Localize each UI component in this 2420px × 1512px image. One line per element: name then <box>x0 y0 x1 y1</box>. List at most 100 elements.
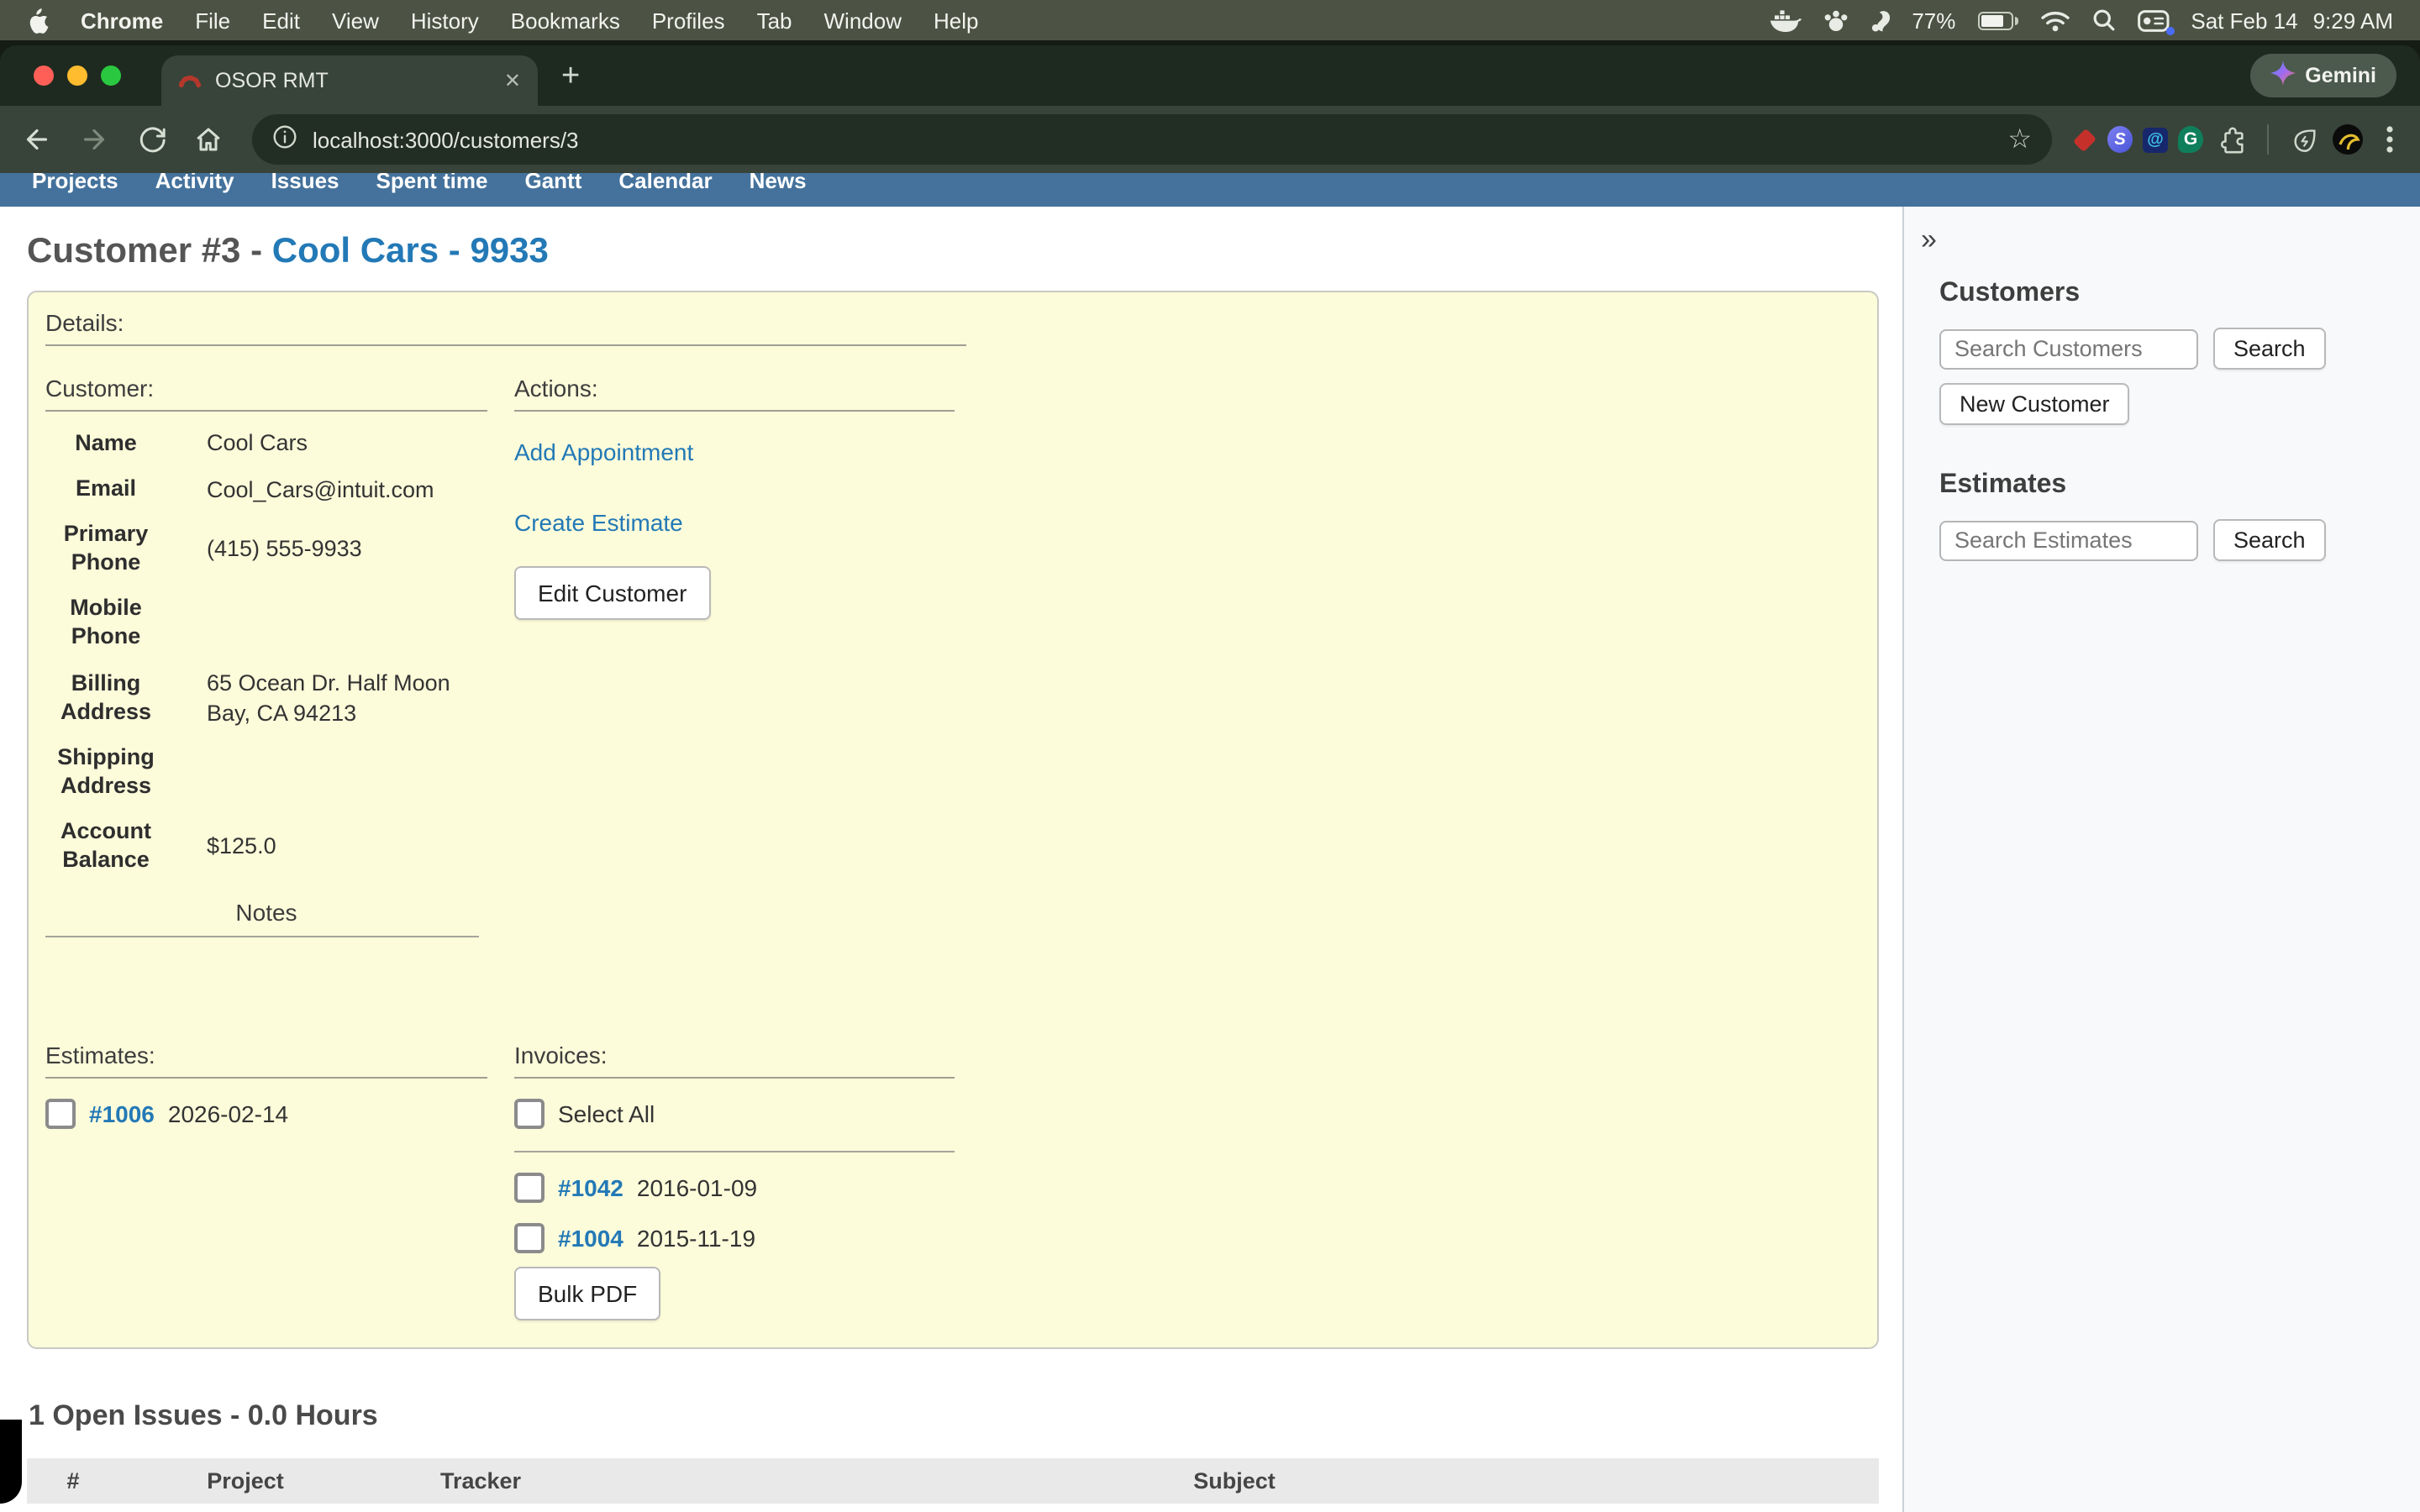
paw-icon[interactable] <box>1823 8 1848 32</box>
menubar-item-tab[interactable]: Tab <box>757 8 792 33</box>
squirrel-icon[interactable] <box>1870 8 1890 33</box>
back-icon[interactable] <box>13 116 60 163</box>
zoom-window-button[interactable] <box>101 66 121 86</box>
search-estimates-button[interactable]: Search <box>2213 519 2326 561</box>
extensions-puzzle-icon[interactable] <box>2213 116 2250 163</box>
open-issues-heading: 1 Open Issues - 0.0 Hours <box>29 1399 1879 1433</box>
nav-calendar[interactable]: Calendar <box>600 173 730 202</box>
field-row: Account Balance $125.0 <box>45 818 487 875</box>
invoice-link[interactable]: #1042 <box>558 1174 623 1201</box>
divider <box>45 410 487 412</box>
menubar-app-name[interactable]: Chrome <box>81 8 163 33</box>
menubar-clock[interactable]: Sat Feb 14 9:29 AM <box>2191 8 2393 33</box>
menubar-item-window[interactable]: Window <box>824 8 902 33</box>
url-text[interactable]: localhost:3000/customers/3 <box>313 127 1992 152</box>
menubar-item-file[interactable]: File <box>195 8 230 33</box>
user-switcher-icon[interactable] <box>2137 9 2169 31</box>
col-tracker: Tracker <box>371 1458 590 1507</box>
tab-close-icon[interactable]: ✕ <box>504 69 521 92</box>
forward-icon[interactable] <box>71 116 118 163</box>
edit-customer-button[interactable]: Edit Customer <box>514 566 710 620</box>
tab-strip: OSOR RMT ✕ + Gemini <box>0 45 2420 106</box>
field-label: Billing Address <box>45 669 166 727</box>
page-title: Customer #3 - Cool Cars - 9933 <box>27 230 1879 272</box>
estimate-date: 2026-02-14 <box>168 1100 288 1127</box>
table-header-row: # Project Tracker Subject <box>27 1458 1879 1507</box>
field-label: Email <box>45 475 166 504</box>
apple-icon[interactable] <box>27 8 49 33</box>
wifi-icon[interactable] <box>2039 9 2070 31</box>
field-label: Primary Phone <box>45 522 166 579</box>
search-customers-input[interactable] <box>1939 328 2198 369</box>
estimates-section: Estimates: #1006 2026-02-14 <box>45 1042 487 1129</box>
main-content: Customer #3 - Cool Cars - 9933 Details: … <box>0 207 1902 1512</box>
spotlight-search-icon[interactable] <box>2091 8 2115 32</box>
nav-activity[interactable]: Activity <box>137 173 253 202</box>
menubar-item-help[interactable]: Help <box>934 8 979 33</box>
estimate-checkbox[interactable] <box>45 1099 76 1129</box>
new-tab-button[interactable]: + <box>561 60 580 92</box>
invoice-link[interactable]: #1004 <box>558 1225 623 1252</box>
create-estimate-link[interactable]: Create Estimate <box>514 509 1857 536</box>
reload-icon[interactable] <box>128 116 175 163</box>
bulk-pdf-button[interactable]: Bulk PDF <box>514 1267 660 1320</box>
estimate-row: #1006 2026-02-14 <box>45 1099 487 1129</box>
performance-leaf-icon[interactable] <box>2286 116 2323 163</box>
page-title-prefix: Customer #3 - <box>27 232 272 270</box>
select-all-label: Select All <box>558 1100 655 1127</box>
menubar-item-history[interactable]: History <box>411 8 479 33</box>
new-customer-button[interactable]: New Customer <box>1939 383 2130 425</box>
macos-menubar: Chrome File Edit View History Bookmarks … <box>0 0 2420 40</box>
extension-red-icon[interactable] <box>2072 127 2097 152</box>
battery-icon[interactable] <box>1977 11 2018 29</box>
invoice-checkbox[interactable] <box>514 1223 544 1253</box>
actions-section: Actions: Add Appointment Create Estimate… <box>514 375 1857 620</box>
grammarly-icon[interactable]: G <box>2178 127 2203 152</box>
extension-s-icon[interactable]: S <box>2107 127 2133 152</box>
field-row: Billing Address 65 Ocean Dr. Half Moon B… <box>45 669 487 727</box>
customer-name-link[interactable]: Cool Cars - 9933 <box>272 232 549 270</box>
divider <box>45 344 966 346</box>
battery-percent: 77% <box>1912 8 1955 33</box>
menubar-item-view[interactable]: View <box>332 8 379 33</box>
tab-title: OSOR RMT <box>215 69 504 92</box>
bookmark-star-icon[interactable]: ☆ <box>2007 123 2032 156</box>
field-value: Cool_Cars@intuit.com <box>207 475 476 504</box>
field-row: Name Cool Cars <box>45 428 487 458</box>
nav-spent-time[interactable]: Spent time <box>358 173 507 202</box>
field-row: Shipping Address <box>45 744 487 801</box>
nav-news[interactable]: News <box>731 173 825 202</box>
menubar-item-edit[interactable]: Edit <box>262 8 300 33</box>
nav-gantt[interactable]: Gantt <box>506 173 600 202</box>
sidebar-collapse-icon[interactable]: » <box>1921 223 1937 257</box>
site-info-icon[interactable] <box>272 124 297 155</box>
address-bar[interactable]: localhost:3000/customers/3 ☆ <box>252 114 2052 165</box>
search-customers-button[interactable]: Search <box>2213 328 2326 370</box>
profile-avatar[interactable] <box>2333 124 2363 155</box>
notes-label: Notes <box>45 899 487 926</box>
extension-at-icon[interactable]: @ <box>2143 127 2168 152</box>
menubar-item-profiles[interactable]: Profiles <box>652 8 725 33</box>
details-title: Details: <box>45 309 1857 336</box>
customer-section: Customer: Name Cool Cars Email Cool_Cars… <box>45 375 487 937</box>
invoice-checkbox[interactable] <box>514 1173 544 1203</box>
page-viewport: Projects Activity Issues Spent time Gant… <box>0 173 2420 1512</box>
select-all-checkbox[interactable] <box>514 1099 544 1129</box>
nav-issues[interactable]: Issues <box>253 173 358 202</box>
docker-icon[interactable] <box>1769 8 1801 32</box>
close-window-button[interactable] <box>34 66 54 86</box>
search-estimates-input[interactable] <box>1939 520 2198 560</box>
nav-projects[interactable]: Projects <box>13 173 137 202</box>
add-appointment-link[interactable]: Add Appointment <box>514 438 1857 465</box>
menubar-item-bookmarks[interactable]: Bookmarks <box>511 8 620 33</box>
gemini-button[interactable]: Gemini <box>2249 54 2396 97</box>
home-icon[interactable] <box>185 116 232 163</box>
minimize-window-button[interactable] <box>67 66 87 86</box>
field-value: 65 Ocean Dr. Half Moon Bay, CA 94213 <box>207 669 476 727</box>
browser-menu-icon[interactable] <box>2373 116 2407 163</box>
browser-tab[interactable]: OSOR RMT ✕ <box>161 55 538 106</box>
window-controls <box>34 66 121 86</box>
field-row: Mobile Phone <box>45 595 487 652</box>
estimate-link[interactable]: #1006 <box>89 1100 155 1127</box>
invoices-title: Invoices: <box>514 1042 1857 1068</box>
